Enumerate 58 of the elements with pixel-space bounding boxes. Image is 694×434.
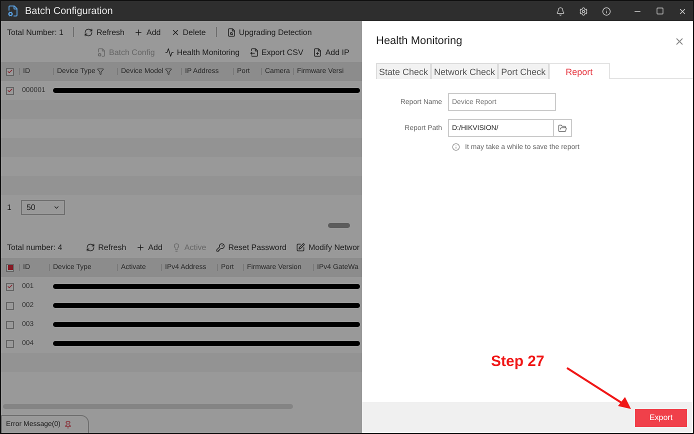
toolbar-button[interactable]: Upgrading Detection [226,28,312,36]
checkbox[interactable] [6,264,14,272]
checkbox[interactable] [6,68,14,76]
file-export-icon [250,48,259,57]
checkbox[interactable] [6,340,14,348]
info-icon [452,143,460,151]
toolbar-button[interactable]: Refresh [86,242,126,252]
checkbox[interactable] [6,302,14,310]
toolbar-button[interactable]: Reset Password [216,242,286,252]
toolbar-button[interactable]: Add [134,28,161,36]
refresh-icon [86,242,96,252]
checkbox[interactable] [6,282,14,290]
tab[interactable]: Port Check [498,63,549,79]
tab[interactable]: Network Check [431,63,498,79]
folder-icon [558,124,567,132]
checkbox[interactable] [6,86,14,94]
total-count: Total number: 4 [7,242,62,252]
page-number: 1 [7,202,12,212]
cross-icon [170,28,180,36]
toolbar-button[interactable]: Modify Networ [296,242,360,252]
scroll-thumb[interactable] [328,223,350,228]
lightbulb-icon [172,242,182,252]
total-count: Total Number: 1 [7,28,64,36]
arrow-annotation [566,367,631,409]
close-icon[interactable] [678,6,687,16]
window-title: Batch Configuration [25,6,113,16]
tab[interactable]: Report [548,63,610,79]
page-size-select[interactable]: 50 [21,200,66,214]
filter-icon[interactable] [97,68,104,75]
file-search-icon [226,28,236,36]
tab[interactable]: State Check [376,63,432,79]
pin-icon[interactable] [64,420,72,428]
file-plus-icon [313,48,322,57]
settings-icon[interactable] [579,6,588,16]
bell-icon[interactable] [556,6,565,16]
pulse-icon [164,48,174,57]
toolbar-button[interactable]: Refresh [84,28,124,36]
refresh-icon [84,28,94,36]
checkbox[interactable] [6,320,14,328]
app-icon [7,5,19,17]
toolbar-button[interactable]: Add IP [313,48,350,57]
maximize-icon[interactable] [656,7,664,15]
panel-title: Health Monitoring [376,35,462,47]
toolbar-button[interactable]: Export CSV [250,48,304,57]
file-gear-icon [97,48,106,57]
info-icon[interactable] [602,6,611,16]
toolbar-button[interactable]: Add [136,242,162,252]
toolbar-button[interactable]: Delete [170,28,206,36]
key-icon [216,242,226,252]
browse-button[interactable] [554,119,572,137]
filter-icon[interactable] [165,68,172,75]
step-label: Step 27 [491,353,544,370]
plus-icon [134,28,144,36]
plus-icon [136,242,146,252]
toolbar-button[interactable]: Health Monitoring [164,48,240,57]
edit-icon [296,242,306,252]
export-button[interactable]: Export [635,408,687,426]
caret-icon [53,204,60,210]
